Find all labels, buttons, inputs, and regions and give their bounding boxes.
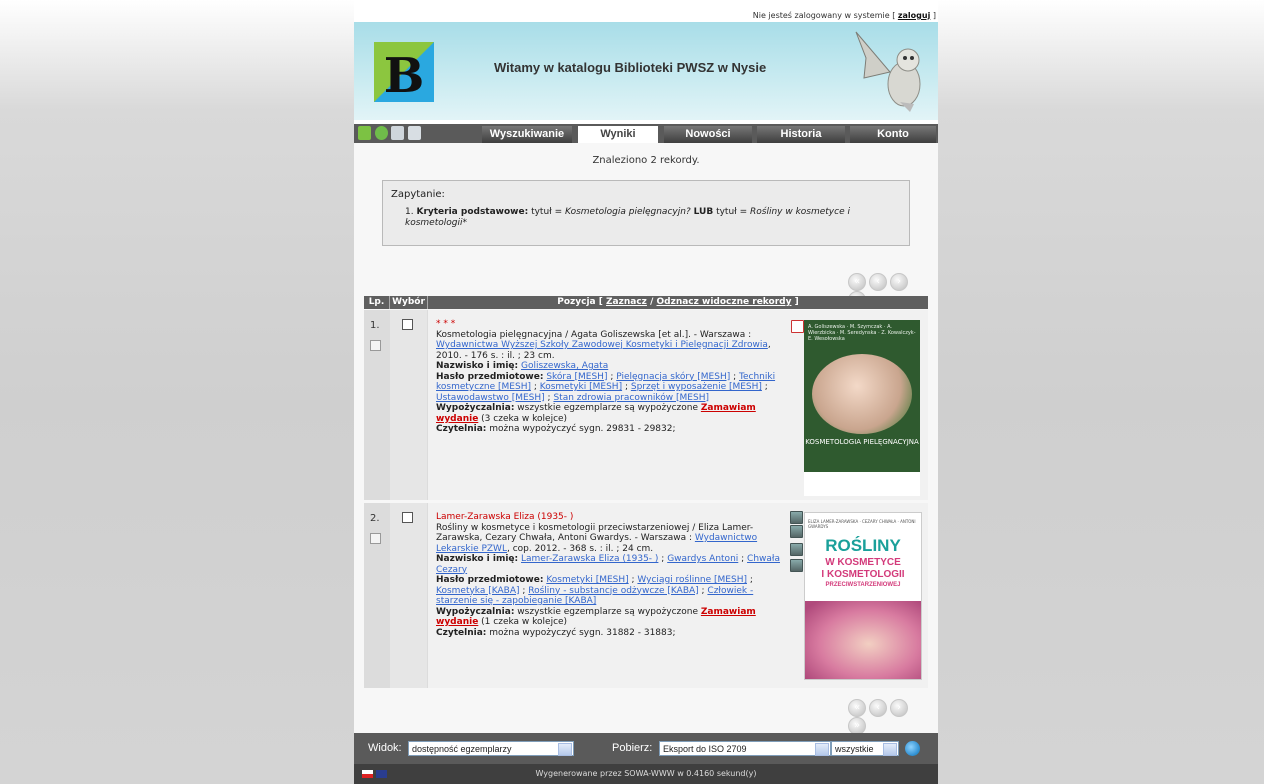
pdf-icon[interactable]	[791, 320, 804, 333]
login-status: Nie jesteś zalogowany w systemie [ zalog…	[752, 11, 936, 20]
publisher-logo	[804, 472, 920, 496]
tab-historia[interactable]: Historia	[757, 126, 845, 143]
tab-wyszukiwanie[interactable]: Wyszukiwanie	[482, 126, 572, 143]
english-flag-icon[interactable]	[376, 770, 387, 778]
book-cover: A. Goliszewska · M. Szymczak · A. Wierzb…	[804, 320, 920, 496]
query-box: Zapytanie: 1. Kryteria podstawowe: tytuł…	[382, 180, 910, 246]
page-title: Witamy w katalogu Biblioteki PWSZ w Nysi…	[494, 60, 767, 75]
expand-icon[interactable]	[370, 533, 381, 544]
download-icon[interactable]	[790, 543, 803, 556]
footer: Wygenerowane przez SOWA-WWW w 0.4160 sek…	[354, 764, 938, 784]
chevron-down-icon	[883, 743, 897, 756]
column-wybor: Wybór	[390, 296, 428, 309]
download-icon[interactable]	[790, 525, 803, 538]
record-number: 2.	[370, 513, 380, 524]
mark-link[interactable]: Zaznacz	[606, 297, 647, 307]
first-page-icon[interactable]: «	[848, 699, 866, 717]
first-page-icon[interactable]: «	[848, 273, 866, 291]
download-label: Pobierz:	[612, 742, 653, 754]
subject-link[interactable]: Ustawodawstwo [MESH]	[436, 393, 545, 403]
chevron-down-icon	[815, 743, 829, 756]
query-label: Zapytanie:	[391, 189, 445, 200]
subject-link[interactable]: Rośliny - substancje odżywcze [KABA]	[528, 586, 698, 596]
tab-wyniki[interactable]: Wyniki	[578, 126, 658, 143]
library-logo: B	[374, 42, 434, 102]
bottom-toolbar: Widok: dostępność egzemplarzy Pobierz: E…	[354, 733, 938, 764]
export-icon[interactable]	[358, 126, 371, 140]
book-cover: ELIZA LAMER-ZARAWSKA · CEZARY CHWAŁA · A…	[804, 512, 922, 680]
login-status-text: Nie jesteś zalogowany w systemie	[752, 11, 890, 20]
results-count: Znaleziono 2 rekordy.	[592, 155, 700, 166]
subject-link[interactable]: Kosmetyki [MESH]	[546, 575, 628, 585]
table-row: 1. * * * Kosmetologia pielęgnacyjna / Ag…	[364, 310, 928, 500]
query-criteria: 1. Kryteria podstawowe: tytuł = Kosmetol…	[405, 207, 850, 228]
subject-link[interactable]: Sprzęt i wyposażenie [MESH]	[631, 382, 762, 392]
download-select[interactable]: Eksport do ISO 2709	[659, 741, 831, 756]
polish-flag-icon[interactable]	[362, 770, 373, 778]
view-label: Widok:	[368, 742, 402, 754]
svg-text:B: B	[384, 48, 425, 102]
subject-link[interactable]: Kosmetyka [KABA]	[436, 586, 520, 596]
publisher-link[interactable]: Wydawnictwa Wyższej Szkoły Zawodowej Kos…	[436, 340, 768, 350]
author-link[interactable]: Goliszewska, Agata	[521, 361, 608, 371]
go-icon[interactable]	[905, 741, 920, 756]
document-icon[interactable]	[391, 126, 404, 140]
owl-icon	[855, 31, 921, 112]
copy-icon[interactable]	[408, 126, 421, 140]
record-author: Lamer-Zarawska Eliza (1935- )	[436, 512, 574, 522]
subject-link[interactable]: Pielęgnacja skóry [MESH]	[616, 372, 730, 382]
chevron-down-icon	[558, 743, 572, 756]
next-page-icon[interactable]: ›	[890, 699, 908, 717]
next-page-icon[interactable]: ›	[890, 273, 908, 291]
subject-link[interactable]: Skóra [MESH]	[546, 372, 607, 382]
download-icon[interactable]	[790, 511, 803, 524]
scope-select[interactable]: wszystkie	[831, 741, 899, 756]
cover-photo	[812, 354, 912, 434]
footer-text: Wygenerowane przez SOWA-WWW w 0.4160 sek…	[535, 769, 757, 778]
select-checkbox[interactable]	[402, 319, 413, 330]
tab-konto[interactable]: Konto	[850, 126, 936, 143]
select-checkbox[interactable]	[402, 512, 413, 523]
expand-icon[interactable]	[370, 340, 381, 351]
login-link[interactable]: zaloguj	[898, 11, 930, 20]
results-table-header: Lp. Wybór Pozycja [ Zaznacz / Odznacz wi…	[364, 296, 928, 309]
tab-nowosci[interactable]: Nowości	[664, 126, 752, 143]
prev-page-icon[interactable]: ‹	[869, 699, 887, 717]
view-select[interactable]: dostępność egzemplarzy	[408, 741, 574, 756]
nav-bar: Wyszukiwanie Wyniki Nowości Historia Kon…	[354, 124, 938, 143]
results-panel: Znaleziono 2 rekordy. Zapytanie: 1. Kryt…	[354, 143, 938, 735]
author-link[interactable]: Gwardys Antoni	[667, 554, 738, 564]
download-icon[interactable]	[790, 559, 803, 572]
pager-bottom: «‹ ›»	[848, 699, 928, 735]
prev-page-icon[interactable]: ‹	[869, 273, 887, 291]
header-banner: B Witamy w katalogu Biblioteki PWSZ w Ny…	[354, 22, 938, 120]
column-lp: Lp.	[364, 296, 390, 309]
subject-link[interactable]: Wyciągi roślinne [MESH]	[637, 575, 747, 585]
subject-link[interactable]: Stan zdrowia pracowników [MESH]	[553, 393, 709, 403]
record-description: Lamer-Zarawska Eliza (1935- ) Rośliny w …	[436, 512, 796, 638]
record-description: * * * Kosmetologia pielęgnacyjna / Agata…	[436, 319, 796, 435]
pager-top: «‹›»	[848, 273, 928, 309]
column-pozycja: Pozycja [ Zaznacz / Odznacz widoczne rek…	[557, 297, 799, 307]
subject-link[interactable]: Kosmetyki [MESH]	[540, 382, 622, 392]
page-container: Nie jesteś zalogowany w systemie [ zalog…	[354, 0, 938, 784]
unmark-link[interactable]: Odznacz widoczne rekordy	[657, 297, 792, 307]
record-number: 1.	[370, 320, 380, 331]
author-link[interactable]: Lamer-Zarawska Eliza (1935- )	[521, 554, 658, 564]
record-rating: * * *	[436, 319, 456, 329]
cover-photo	[805, 601, 921, 679]
table-row: 2. Lamer-Zarawska Eliza (1935- ) Rośliny…	[364, 503, 928, 688]
refresh-icon[interactable]	[375, 126, 388, 140]
